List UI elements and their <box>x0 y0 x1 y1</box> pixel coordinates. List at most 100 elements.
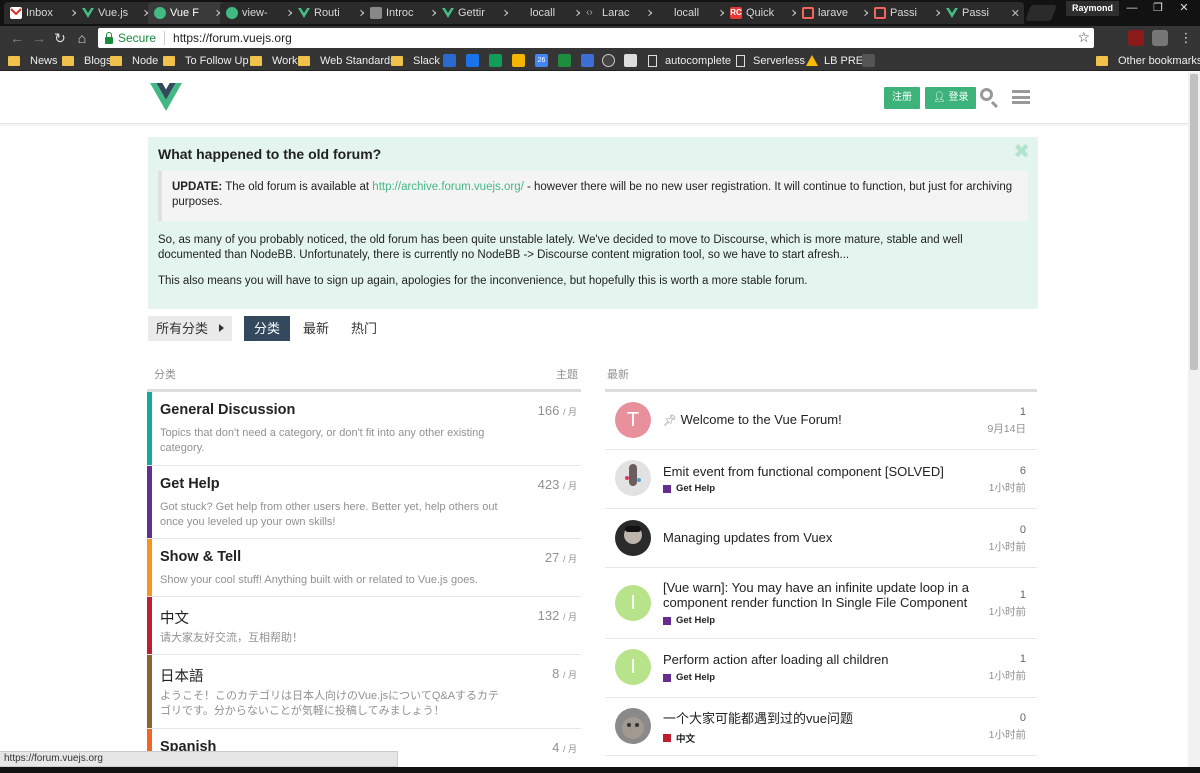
url-text[interactable]: https://forum.vuejs.org <box>173 31 292 45</box>
tab-categories[interactable]: 分类 <box>244 316 291 341</box>
browser-tab-laravel[interactable]: larave✕ <box>796 2 876 24</box>
reload-icon[interactable]: ↻ <box>51 29 69 47</box>
restore-icon[interactable]: ❐ <box>1144 0 1172 18</box>
topic-title[interactable]: 📌︎ Welcome to the Vue Forum! <box>663 412 973 429</box>
forward-icon[interactable]: → <box>30 29 48 47</box>
sheets-icon[interactable] <box>489 54 502 67</box>
bookmark-web-standards[interactable]: Web Standards <box>298 53 396 68</box>
analytics-icon[interactable] <box>512 54 525 67</box>
topic-title[interactable]: 一个大家可能都遇到过的vue问题 <box>663 711 973 726</box>
bookmark-other[interactable]: Other bookmarks <box>1096 53 1200 68</box>
tab-top[interactable]: 热门 <box>341 316 387 341</box>
topic-row[interactable]: T 📌︎ Welcome to the Vue Forum! 1 9月14日 <box>605 392 1037 450</box>
browser-tab-quick[interactable]: RCQuick✕ <box>724 2 804 24</box>
topic-title[interactable]: Managing updates from Vuex <box>663 530 973 545</box>
archive-link[interactable]: http://archive.forum.vuejs.org/ <box>372 181 523 193</box>
topic-time[interactable]: 9月14日 <box>987 421 1026 436</box>
topic-time[interactable]: 1小时前 <box>989 604 1026 619</box>
topic-title[interactable]: Perform action after loading all childre… <box>663 652 973 667</box>
new-tab-button[interactable] <box>1025 5 1057 21</box>
browser-tab-vue-forum[interactable]: Vue F✕ <box>148 2 228 24</box>
mail-icon[interactable] <box>581 54 594 67</box>
browser-tab-view[interactable]: view-✕ <box>220 2 300 24</box>
browser-tab-passport[interactable]: Passi✕ <box>868 2 948 24</box>
extension-icon[interactable] <box>1152 30 1168 46</box>
search-icon[interactable] <box>980 88 993 101</box>
bookmark-serverless[interactable]: Serverless <box>736 53 805 68</box>
topic-title[interactable]: [Vue warn]: You may have an infinite upd… <box>663 580 973 610</box>
browser-tab-intro[interactable]: Introc✕ <box>364 2 444 24</box>
avatar[interactable] <box>615 520 651 556</box>
ublock-icon[interactable] <box>1128 30 1144 46</box>
login-button[interactable]: 👤︎ 登录 <box>925 87 977 109</box>
bookmark-blogs[interactable]: Blogs <box>62 53 112 68</box>
topic-time[interactable]: 1小时前 <box>989 668 1026 683</box>
bookmark-to-follow-up[interactable]: To Follow Up <box>163 53 249 68</box>
close-icon[interactable]: ✕ <box>1011 7 1020 20</box>
bookmark-app-icon[interactable] <box>443 54 456 67</box>
close-icon[interactable]: ✖ <box>1013 142 1030 162</box>
bookmark-app-icon[interactable] <box>466 54 479 67</box>
topic-time[interactable]: 1小时前 <box>989 480 1026 495</box>
avatar[interactable]: T <box>615 402 651 438</box>
category-row[interactable]: Get Help Got stuck? Get help from other … <box>147 466 581 539</box>
browser-tab-localhost[interactable]: locall✕ <box>508 2 588 24</box>
topic-row[interactable]: I [Vue warn]: You may have an infinite u… <box>605 568 1037 639</box>
topic-category[interactable]: Get Help <box>663 672 715 683</box>
topic-category[interactable]: Get Help <box>663 483 715 494</box>
browser-tab-vuejs[interactable]: Vue.js✕ <box>76 2 156 24</box>
github-icon[interactable] <box>602 54 615 67</box>
topic-row[interactable]: Managing updates from Vuex 0 1小时前 <box>605 509 1037 568</box>
category-name[interactable]: Show & Tell <box>160 549 241 565</box>
category-name[interactable]: 日本語 <box>160 665 204 686</box>
bookmark-lb-pre[interactable]: LB PRE <box>806 53 863 68</box>
browser-tab-passport-2[interactable]: Passi ✕ <box>940 2 1024 24</box>
browser-tab-getting[interactable]: Gettir✕ <box>436 2 516 24</box>
bookmark-autocomplete[interactable]: autocomplete <box>648 53 731 68</box>
bookmark-app-icon[interactable] <box>862 54 875 67</box>
tab-latest[interactable]: 最新 <box>293 316 339 341</box>
avatar[interactable]: I <box>615 585 651 621</box>
category-name[interactable]: 中文 <box>160 607 189 628</box>
chrome-menu-icon[interactable]: ⋮ <box>1177 29 1195 47</box>
topic-category[interactable]: Get Help <box>663 615 715 626</box>
bookmark-star-icon[interactable]: ☆ <box>1077 29 1090 46</box>
topic-row[interactable]: I Perform action after loading all child… <box>605 639 1037 698</box>
scrollbar-thumb[interactable] <box>1190 74 1198 370</box>
topic-title[interactable]: Emit event from functional component [SO… <box>663 464 973 479</box>
avatar[interactable]: I <box>615 649 651 685</box>
bookmark-news[interactable]: News <box>8 53 58 68</box>
topic-time[interactable]: 1小时前 <box>989 727 1026 742</box>
category-row[interactable]: 中文 请大家友好交流，互相帮助！ 132 / 月 <box>147 597 581 655</box>
home-icon[interactable]: ⌂ <box>73 29 91 47</box>
browser-tab-localhost-2[interactable]: locall✕ <box>652 2 732 24</box>
browser-tab-inbox[interactable]: Inbox✕ <box>4 2 84 24</box>
page-scrollbar[interactable] <box>1188 72 1200 767</box>
profile-button[interactable]: Raymond <box>1066 1 1120 16</box>
topic-row[interactable]: 一个大家可能都遇到过的vue问题 中文 0 1小时前 <box>605 698 1037 756</box>
back-icon[interactable]: ← <box>8 29 26 47</box>
category-row[interactable]: 日本語 ようこそ！このカテゴリは日本人向けのVue.jsについてQ&Aするカテゴ… <box>147 655 581 729</box>
browser-tab-routing[interactable]: Routi✕ <box>292 2 372 24</box>
vue-logo[interactable] <box>150 83 182 116</box>
topic-time[interactable]: 1小时前 <box>989 539 1026 554</box>
category-name[interactable]: General Discussion <box>160 402 295 418</box>
topic-category[interactable]: 中文 <box>663 731 695 745</box>
category-row[interactable]: Show & Tell Show your cool stuff! Anythi… <box>147 539 581 597</box>
avatar[interactable] <box>615 460 651 496</box>
browser-tab-laracasts[interactable]: ‹›Larac✕ <box>580 2 660 24</box>
calendar-icon[interactable]: 26 <box>535 54 548 67</box>
hamburger-menu-icon[interactable] <box>1012 90 1030 104</box>
category-name[interactable]: Get Help <box>160 476 220 492</box>
category-row[interactable]: General Discussion Topics that don't nee… <box>147 392 581 466</box>
address-bar[interactable]: Secure https://forum.vuejs.org ☆ <box>98 28 1094 48</box>
bookmark-node[interactable]: Node <box>110 53 158 68</box>
bookmark-slack[interactable]: Slack <box>391 53 440 68</box>
minimize-icon[interactable]: — <box>1118 0 1146 18</box>
all-categories-dropdown[interactable]: 所有分类 <box>148 316 232 341</box>
bookmark-app-icon[interactable] <box>558 54 571 67</box>
close-window-icon[interactable]: ✕ <box>1170 0 1198 18</box>
avatar[interactable] <box>615 708 651 744</box>
search-bookmark-icon[interactable] <box>624 54 637 67</box>
topic-row[interactable]: Emit event from functional component [SO… <box>605 450 1037 509</box>
